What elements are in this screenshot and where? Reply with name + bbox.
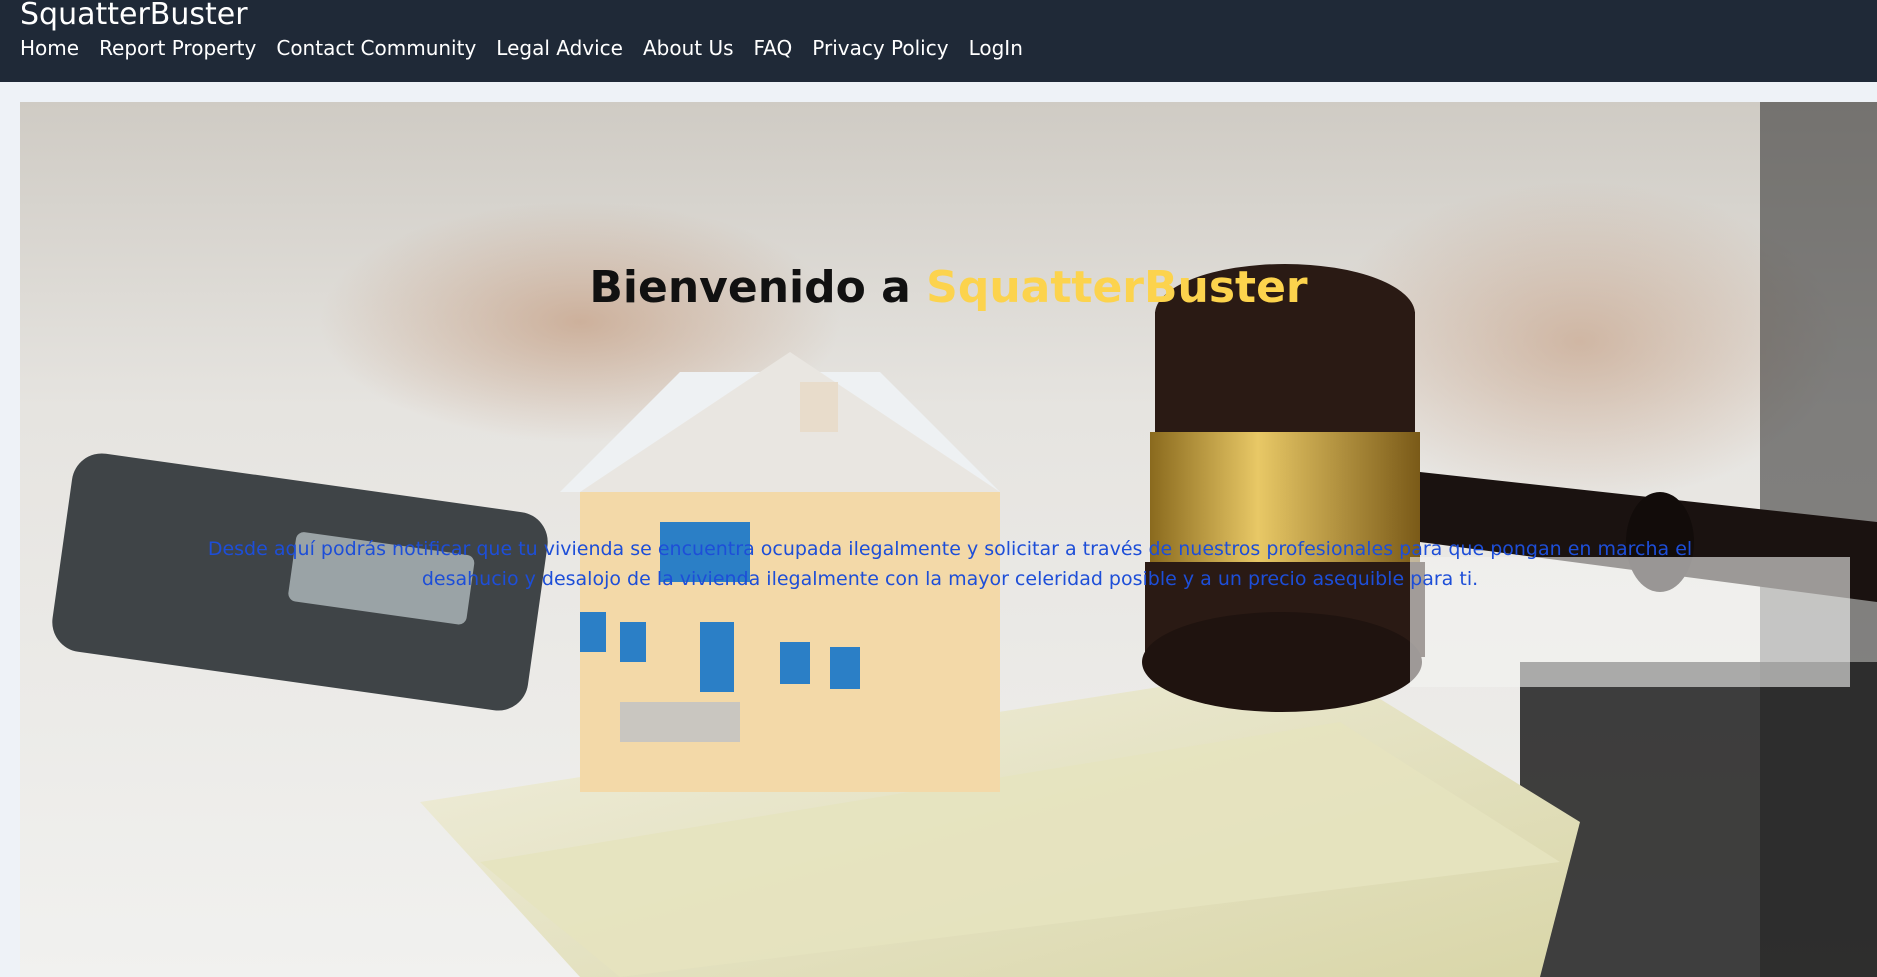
nav-link-about-us[interactable]: About Us <box>643 35 734 61</box>
nav-links: Home Report Property Contact Community L… <box>20 35 1043 61</box>
nav-link-legal-advice[interactable]: Legal Advice <box>496 35 623 61</box>
hero-title: Bienvenido a SquatterBuster <box>20 262 1877 313</box>
brand-link[interactable]: SquatterBuster <box>20 0 248 32</box>
nav-link-faq[interactable]: FAQ <box>754 35 793 61</box>
hero-section: Bienvenido a SquatterBuster Desde aquí p… <box>20 102 1877 977</box>
nav-link-privacy-policy[interactable]: Privacy Policy <box>812 35 948 61</box>
nav-link-home[interactable]: Home <box>20 35 79 61</box>
nav-link-report-property[interactable]: Report Property <box>99 35 256 61</box>
hero-title-prefix: Bienvenido a <box>589 262 927 313</box>
nav-link-contact-community[interactable]: Contact Community <box>276 35 476 61</box>
hero-description: Desde aquí podrás notificar que tu vivie… <box>207 538 1693 590</box>
nav-link-login[interactable]: LogIn <box>969 35 1023 61</box>
hero-title-brand: SquatterBuster <box>926 262 1308 313</box>
top-navbar: SquatterBuster Home Report Property Cont… <box>0 0 1877 82</box>
